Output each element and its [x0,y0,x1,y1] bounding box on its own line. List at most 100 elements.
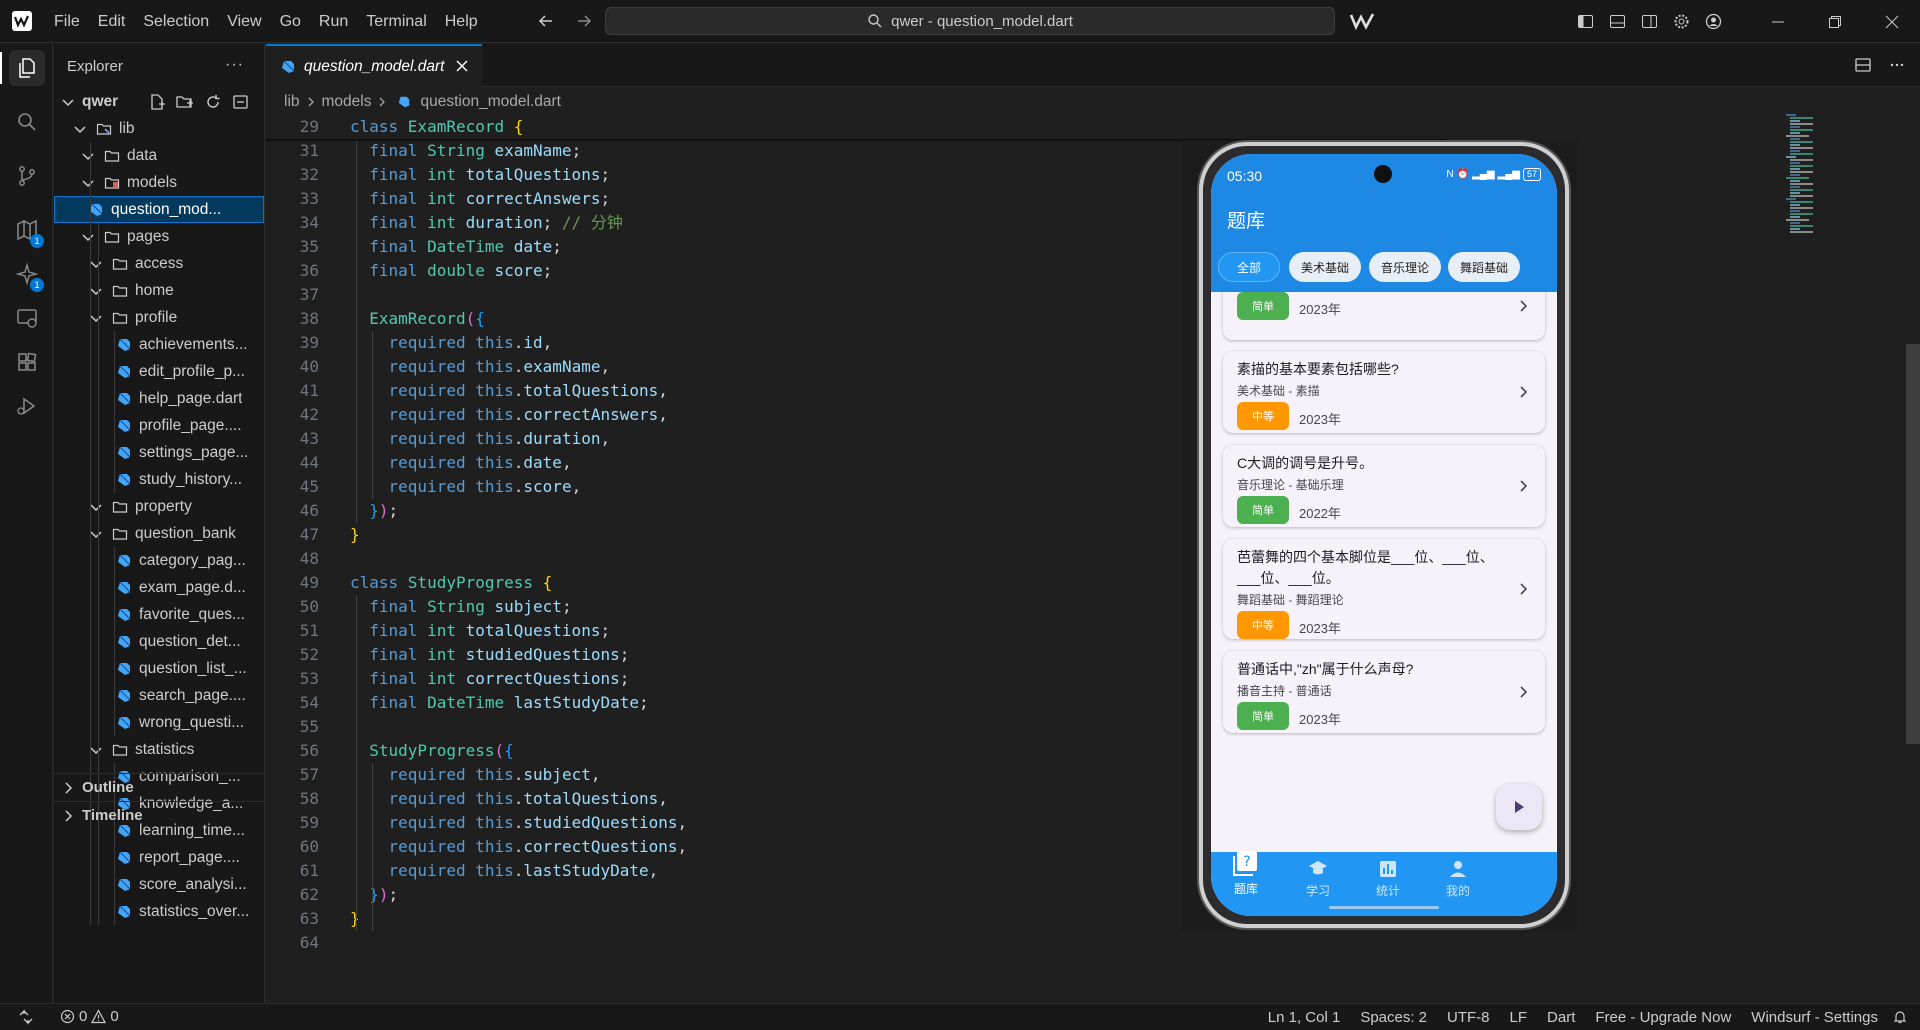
file-item[interactable]: exam_page.d... [54,574,264,601]
toggle-primary-sidebar-icon[interactable] [1569,0,1601,43]
folder-access[interactable]: access [54,250,264,277]
minimap[interactable] [1786,114,1886,1014]
folder-property[interactable]: property [54,493,264,520]
ai-activity[interactable]: 1 [0,250,53,298]
menu-run[interactable]: Run [319,13,348,31]
file-item[interactable]: statistics_over... [54,898,264,925]
menu-help[interactable]: Help [445,13,478,31]
explorer-activity[interactable] [0,44,53,92]
extensions-activity[interactable] [0,338,53,386]
minimap-line [1790,138,1800,140]
toggle-secondary-sidebar-icon[interactable] [1633,0,1665,43]
nav-study[interactable]: 学习 [1283,858,1353,908]
folder-profile[interactable]: profile [54,304,264,331]
menu-go[interactable]: Go [280,13,301,31]
file-item[interactable]: profile_page.... [54,412,264,439]
folder-models[interactable]: models [54,169,264,196]
new-file-icon[interactable] [148,93,166,111]
category-chip[interactable]: 音乐理论 [1369,252,1441,282]
category-chip[interactable]: 全部 [1218,252,1280,282]
file-item[interactable]: question_list_... [54,655,264,682]
settings-gear-icon[interactable] [1665,0,1697,43]
question-card[interactable]: 素描的基本要素包括哪些? 美术基础 - 素描 中等 2023年 [1223,351,1545,433]
close-tab-icon[interactable] [454,58,470,74]
question-card[interactable]: C大调的调号是升号。 音乐理论 - 基础乐理 简单 2022年 [1223,445,1545,527]
remote-indicator[interactable] [0,1004,52,1030]
language-mode[interactable]: Dart [1547,1009,1575,1026]
run-debug-activity[interactable] [0,382,53,430]
map-activity[interactable]: 1 [0,206,53,254]
remote-explorer-activity[interactable] [0,294,53,342]
play-fab[interactable] [1496,784,1542,830]
file-item[interactable]: report_page.... [54,844,264,871]
file-item[interactable]: help_page.dart [54,385,264,412]
upgrade-link[interactable]: Free - Upgrade Now [1595,1009,1731,1026]
file-item[interactable]: score_analysi... [54,871,264,898]
more-actions-icon[interactable]: ··· [225,56,244,74]
cursor-position[interactable]: Ln 1, Col 1 [1268,1009,1341,1026]
file-item[interactable]: edit_profile_p... [54,358,264,385]
question-card[interactable]: 普通话中,"zh"属于什么声母? 播音主持 - 普通话 简单 2023年 [1223,651,1545,733]
menu-view[interactable]: View [227,13,261,31]
problems-indicator[interactable]: 0 0 [60,1008,119,1025]
tree-item-label: achievements... [139,335,248,353]
windsurf-logo-icon[interactable] [12,11,32,31]
nav-profile[interactable]: 我的 [1423,858,1493,908]
breadcrumb-models[interactable]: models [322,93,372,111]
file-item[interactable]: question_mod... [54,196,264,223]
split-editor-icon[interactable] [1854,56,1872,74]
breadcrumb-file[interactable]: question_model.dart [420,93,560,111]
end-of-line[interactable]: LF [1510,1009,1528,1026]
refresh-icon[interactable] [204,93,222,111]
workspace-root[interactable]: qwer [54,88,264,115]
nav-statistics[interactable]: 统计 [1353,858,1423,908]
windsurf-settings[interactable]: Windsurf - Settings [1751,1009,1878,1026]
source-control-activity[interactable] [0,152,53,200]
windsurf-wave-icon[interactable] [1349,11,1375,31]
folder-statistics[interactable]: statistics [54,736,264,763]
toggle-panel-icon[interactable] [1601,0,1633,43]
question-card[interactable]: 芭蕾舞的四个基本脚位是___位、___位、___位、___位。 舞蹈基础 - 舞蹈… [1223,539,1545,639]
folder-question_bank[interactable]: question_bank [54,520,264,547]
back-arrow-icon[interactable] [535,10,557,32]
more-actions-icon[interactable] [1888,56,1906,74]
file-item[interactable]: wrong_questi... [54,709,264,736]
question-card[interactable]: 美术基础 - 色彩理论简单2023年 [1223,292,1545,340]
file-item[interactable]: settings_page... [54,439,264,466]
file-item[interactable]: favorite_ques... [54,601,264,628]
file-item[interactable]: question_det... [54,628,264,655]
indentation[interactable]: Spaces: 2 [1360,1009,1427,1026]
vertical-scrollbar[interactable] [1906,344,1920,744]
tab-question-model[interactable]: question_model.dart [266,44,482,87]
nav-question-bank[interactable]: ? 题库 [1211,851,1281,908]
folder-pages[interactable]: pages [54,223,264,250]
timeline-section[interactable]: Timeline [54,801,264,829]
new-folder-icon[interactable] [176,93,194,111]
menu-terminal[interactable]: Terminal [366,13,426,31]
file-item[interactable]: study_history... [54,466,264,493]
encoding[interactable]: UTF-8 [1447,1009,1490,1026]
command-center-search[interactable]: qwer - question_model.dart [605,7,1335,35]
account-icon[interactable] [1697,0,1729,43]
question-list[interactable]: 美术基础 - 色彩理论简单2023年素描的基本要素包括哪些?美术基础 - 素描中… [1211,292,1557,852]
close-window-button[interactable] [1863,0,1920,43]
menu-selection[interactable]: Selection [143,13,209,31]
search-activity[interactable] [0,98,53,146]
folder-lib[interactable]: lib [54,115,264,142]
folder-home[interactable]: home [54,277,264,304]
file-item[interactable]: category_pag... [54,547,264,574]
menu-file[interactable]: File [54,13,80,31]
breadcrumb-lib[interactable]: lib [284,93,300,111]
category-chip[interactable]: 舞蹈基础 [1448,252,1520,282]
file-item[interactable]: achievements... [54,331,264,358]
folder-data[interactable]: data [54,142,264,169]
outline-section[interactable]: Outline [54,773,264,801]
file-item[interactable]: search_page.... [54,682,264,709]
category-chip[interactable]: 美术基础 [1289,252,1361,282]
collapse-all-icon[interactable] [232,93,250,111]
notifications-bell-icon[interactable] [1892,1009,1908,1025]
restore-button[interactable] [1806,0,1863,43]
minimize-button[interactable] [1749,0,1806,43]
forward-arrow-icon[interactable] [573,10,595,32]
menu-edit[interactable]: Edit [98,13,126,31]
